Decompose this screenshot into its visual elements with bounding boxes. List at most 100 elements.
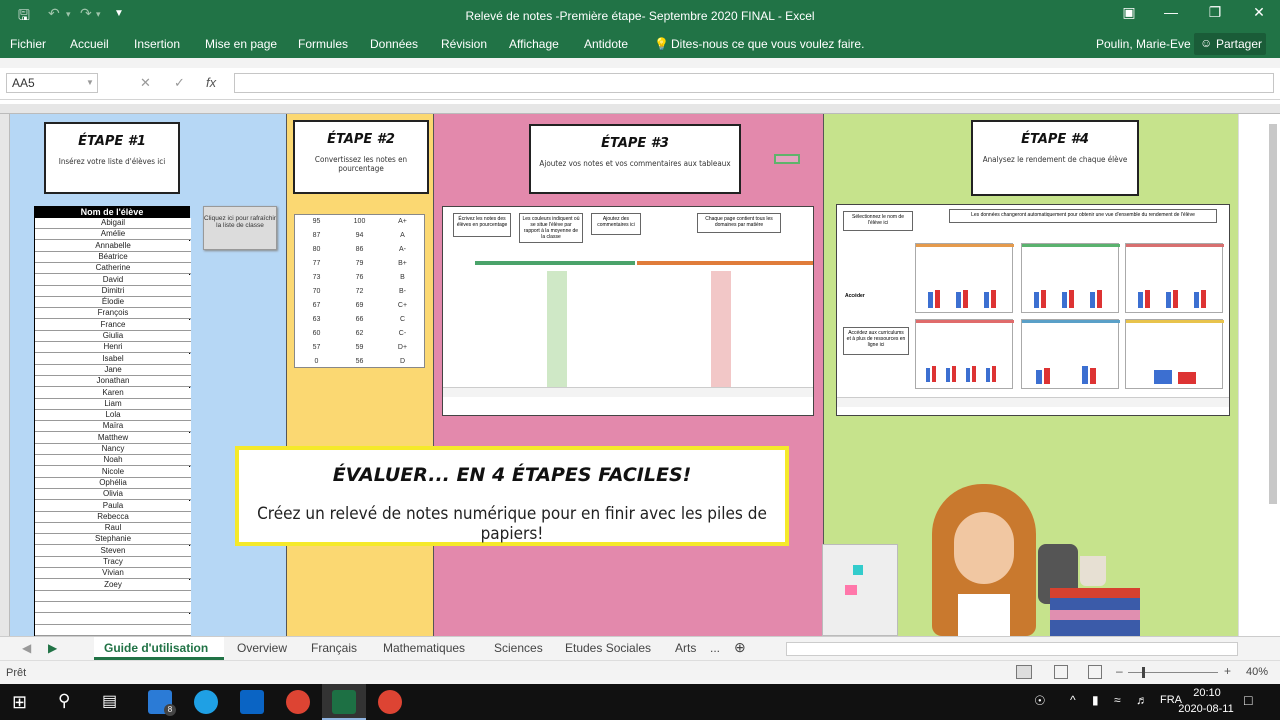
grade-max[interactable]: 62 [338,327,381,341]
excel-taskbar-button[interactable] [322,684,366,720]
grade-letter[interactable]: A+ [381,215,424,229]
student-row[interactable]: Nicole [35,466,191,478]
show-hidden-icon[interactable]: ^ [1070,693,1076,707]
zoom-slider-thumb[interactable] [1142,667,1145,678]
worksheet[interactable]: ÉTAPE #1 Insérez votre liste d'élèves ic… [10,114,1238,636]
grade-min[interactable]: 60 [295,327,338,341]
grade-letter[interactable]: C [381,313,424,327]
student-row[interactable]: Annabelle [35,240,191,252]
tab-affichage[interactable]: Affichage [509,37,559,51]
volume-icon[interactable]: ♬ [1136,693,1148,707]
user-name[interactable]: Poulin, Marie-Eve [1096,37,1191,51]
horizontal-scrollbar[interactable] [786,642,1238,656]
grade-max[interactable]: 100 [338,215,381,229]
student-row[interactable]: Catherine [35,263,191,275]
grade-letter[interactable]: B+ [381,257,424,271]
grade-letter[interactable]: B- [381,285,424,299]
student-row[interactable]: Maïra [35,421,191,433]
student-row[interactable]: Vivian [35,568,191,580]
student-row[interactable] [35,613,191,625]
sheet-tab-francais[interactable]: Français [311,641,357,655]
mail-icon[interactable]: 8 [148,690,176,716]
tab-scroll-left-icon[interactable]: ◀ [22,641,31,655]
sheet-tab-more[interactable]: ... [710,641,720,655]
selected-shape[interactable] [774,154,800,164]
grade-min[interactable]: 73 [295,271,338,285]
grade-max[interactable]: 76 [338,271,381,285]
student-row[interactable]: Béatrice [35,251,191,263]
grade-letter[interactable]: B [381,271,424,285]
student-row[interactable]: France [35,319,191,331]
student-row[interactable]: Rebecca [35,511,191,523]
scroll-thumb[interactable] [1269,124,1277,504]
grade-letter[interactable]: D+ [381,341,424,355]
student-row[interactable] [35,624,191,636]
student-row[interactable]: Abigail [35,218,191,229]
student-row[interactable]: David [35,274,191,286]
grade-letter[interactable]: D [381,355,424,369]
student-row[interactable]: Henri [35,342,191,354]
chrome-icon[interactable] [286,690,310,714]
zoom-level[interactable]: 40% [1246,666,1268,678]
windows-start-icon[interactable]: ⊞ [12,692,27,713]
student-row[interactable]: Karen [35,387,191,399]
outlook-icon[interactable] [240,690,264,714]
tab-formules[interactable]: Formules [298,37,348,51]
grade-min[interactable]: 80 [295,243,338,257]
name-box[interactable]: AA5 [6,73,98,93]
close-icon[interactable]: ✕ [1244,4,1274,21]
people-icon[interactable]: ☉ [1034,693,1046,709]
student-row[interactable]: Amélie [35,229,191,241]
grade-letter[interactable]: C- [381,327,424,341]
formula-input[interactable] [234,73,1274,93]
sheet-tab-overview[interactable]: Overview [237,641,287,655]
namebox-dropdown-icon[interactable]: ▼ [86,78,94,87]
vertical-scrollbar[interactable] [1238,114,1280,636]
column-headers[interactable] [0,104,1280,114]
grade-max[interactable]: 86 [338,243,381,257]
grade-max[interactable]: 66 [338,313,381,327]
sheet-tab-sciences[interactable]: Sciences [494,641,543,655]
grade-min[interactable]: 77 [295,257,338,271]
grade-letter[interactable]: A [381,229,424,243]
fx-icon[interactable]: fx [206,75,216,90]
tab-mise-en-page[interactable]: Mise en page [205,37,277,51]
enter-icon[interactable]: ✓ [174,75,185,91]
student-row[interactable]: Paula [35,500,191,512]
grade-min[interactable]: 63 [295,313,338,327]
sheet-tab-arts[interactable]: Arts [675,641,696,655]
wifi-icon[interactable]: ≈ [1114,693,1121,707]
student-row[interactable]: Lola [35,410,191,422]
search-icon[interactable]: ⚲ [58,691,70,711]
student-row[interactable]: Jonathan [35,376,191,388]
page-layout-icon[interactable] [1054,665,1068,679]
grade-min[interactable]: 70 [295,285,338,299]
skype-icon[interactable] [194,690,218,714]
task-view-icon[interactable]: ▤ [102,691,117,711]
student-row[interactable]: Élodie [35,297,191,309]
chrome-profile-icon[interactable] [378,690,402,714]
tab-accueil[interactable]: Accueil [70,37,109,51]
refresh-class-button[interactable]: Cliquez ici pour rafraîchir la liste de … [203,206,277,250]
student-row[interactable]: Nancy [35,444,191,455]
grade-max[interactable]: 69 [338,299,381,313]
student-row[interactable]: Stephanie [35,534,191,546]
grade-letter[interactable]: C+ [381,299,424,313]
normal-view-icon[interactable] [1016,665,1032,679]
row-headers[interactable] [0,114,10,636]
maximize-icon[interactable]: ❐ [1200,4,1230,21]
grade-max[interactable]: 59 [338,341,381,355]
grade-max[interactable]: 56 [338,355,381,369]
page-break-icon[interactable] [1088,665,1102,679]
sheet-tab-guide[interactable]: Guide d'utilisation [94,637,224,660]
grade-max[interactable]: 94 [338,229,381,243]
grade-min[interactable]: 95 [295,215,338,229]
student-row[interactable]: Jane [35,364,191,376]
clock-time[interactable]: 20:10 [1180,687,1234,699]
student-row[interactable] [35,602,191,614]
sheet-tab-etudes-sociales[interactable]: Etudes Sociales [565,641,651,655]
sheet-tab-mathematiques[interactable]: Mathematiques [383,641,465,655]
student-row[interactable]: Ophélia [35,477,191,489]
zoom-in-icon[interactable]: + [1224,664,1231,678]
grade-min[interactable]: 57 [295,341,338,355]
